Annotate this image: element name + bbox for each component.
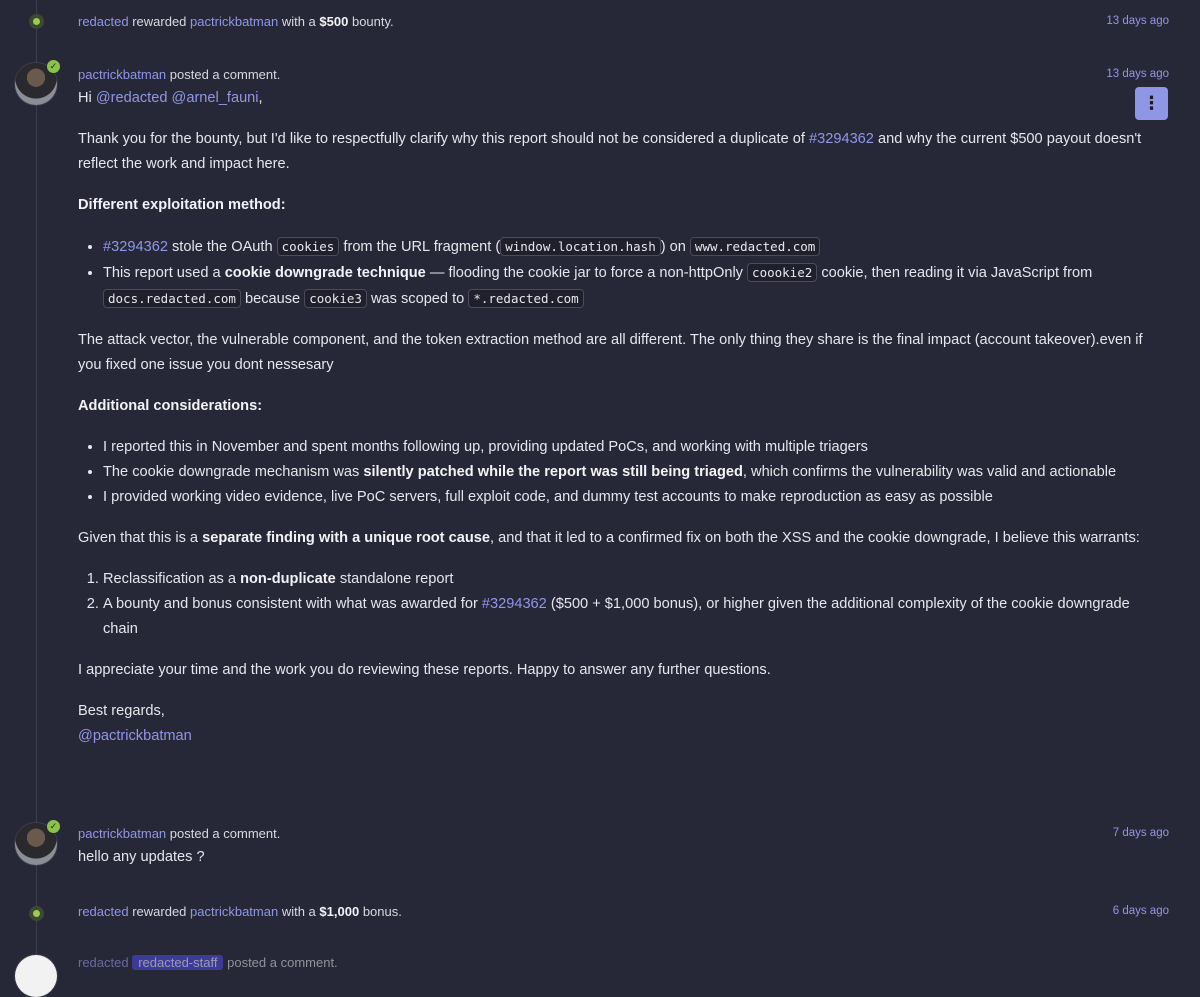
target-link[interactable]: pactrickbatman [190,904,278,919]
timeline-dot [29,906,44,921]
comment-body: Hi @redacted @arnel_fauni, Thank you for… [78,86,1153,749]
actor-link[interactable]: redacted [78,14,129,29]
greeting: Hi @redacted @arnel_fauni, [78,90,263,106]
verified-icon: ✓ [47,820,60,833]
timestamp[interactable]: 13 days ago [1106,15,1169,27]
bullet-list: I reported this in November and spent mo… [78,435,1153,510]
numbered-list: Reclassification as a non-duplicate stan… [78,567,1153,642]
signoff: Best regards, [78,703,165,719]
timestamp[interactable]: 13 days ago [1106,68,1169,80]
comment-header: pactrickbatman posted a comment. [78,67,281,82]
bounty-amount: $500 [319,14,349,29]
author-link[interactable]: pactrickbatman [78,826,166,841]
report-link[interactable]: #3294362 [482,596,547,612]
list-item: A bounty and bonus consistent with what … [103,592,1153,642]
timeline-dot [29,14,44,29]
bonus-amount: $1,000 [319,904,360,919]
list-item: Reclassification as a non-duplicate stan… [103,567,1153,592]
avatar[interactable] [15,955,57,997]
target-link[interactable]: pactrickbatman [190,14,278,29]
comment-body: hello any updates ? [78,849,205,865]
report-link[interactable]: #3294362 [103,239,168,255]
verified-icon: ✓ [47,60,60,73]
bonus-event: redacted rewarded pactrickbatman with a … [78,904,402,919]
paragraph: The attack vector, the vulnerable compon… [78,332,1143,373]
comment-header: pactrickbatman posted a comment. [78,826,281,841]
report-link[interactable]: #3294362 [809,131,874,147]
mention-link[interactable]: @redacted [96,90,168,106]
author-link[interactable]: pactrickbatman [78,67,166,82]
actor-link[interactable]: redacted [78,904,129,919]
timestamp[interactable]: 7 days ago [1113,827,1169,839]
paragraph: I appreciate your time and the work you … [78,662,771,678]
bounty-event: redacted rewarded pactrickbatman with a … [78,14,394,29]
bullet-list: #3294362 stole the OAuth cookies from th… [78,234,1153,312]
list-item: The cookie downgrade mechanism was silen… [103,460,1153,485]
paragraph: Thank you for the bounty, but I'd like t… [78,131,1142,172]
list-item: I provided working video evidence, live … [103,485,1153,510]
mention-link[interactable]: @arnel_fauni [172,90,259,106]
section-heading: Different exploitation method: [78,197,286,213]
list-item: I reported this in November and spent mo… [103,435,1153,460]
timeline-line [36,0,37,963]
paragraph: Given that this is a separate finding wi… [78,530,1140,546]
timestamp[interactable]: 6 days ago [1113,905,1169,917]
list-item: #3294362 stole the OAuth cookies from th… [103,234,1153,260]
avatar[interactable]: ✓ [15,820,60,865]
avatar[interactable]: ✓ [15,60,60,105]
list-item: This report used a cookie downgrade tech… [103,260,1153,312]
signature-link[interactable]: @pactrickbatman [78,724,1153,749]
section-heading: Additional considerations: [78,398,263,414]
